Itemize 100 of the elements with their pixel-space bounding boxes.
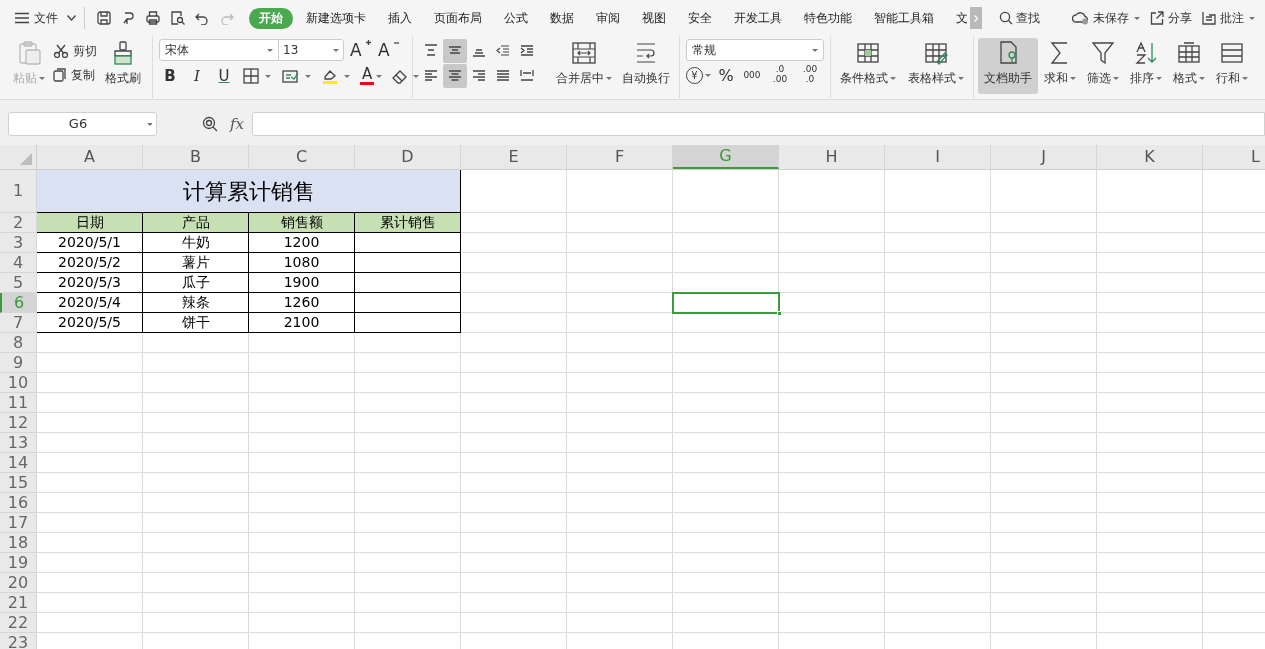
ribbon-button[interactable]: 排序: [1125, 38, 1167, 94]
column-header[interactable]: E: [461, 145, 567, 169]
formula-input[interactable]: [252, 112, 1265, 136]
table-cell: 1080: [249, 253, 355, 273]
row-header[interactable]: 20: [0, 573, 37, 593]
ribbon-tab[interactable]: 页面布局: [425, 7, 492, 29]
row-header[interactable]: 3: [0, 233, 37, 253]
row-header[interactable]: 5: [0, 273, 37, 293]
copy-button[interactable]: 复制: [50, 63, 100, 87]
ribbon-tab[interactable]: 公式: [495, 7, 538, 29]
table-cell: 辣条: [143, 293, 249, 313]
font-family-dropdown[interactable]: 宋体: [159, 39, 279, 61]
ribbon-tab[interactable]: 智能工具箱: [865, 7, 944, 29]
fx-label: fx: [230, 114, 244, 135]
caret-icon: [606, 76, 612, 80]
row-header[interactable]: 23: [0, 633, 37, 649]
font-color-button[interactable]: A: [358, 65, 385, 87]
row-header[interactable]: 8: [0, 333, 37, 353]
alignment-button[interactable]: [443, 39, 467, 63]
toolbar-button[interactable]: 查找: [998, 6, 1040, 30]
column-header[interactable]: A: [37, 145, 143, 169]
table-title: 计算累计销售: [37, 170, 461, 213]
row-header[interactable]: 1: [0, 170, 37, 213]
ribbon-tab[interactable]: 插入: [379, 7, 422, 29]
ribbon-tab[interactable]: 审阅: [587, 7, 630, 29]
ribbon-tab[interactable]: 开发工具: [725, 7, 792, 29]
ribbon-tab[interactable]: 数据: [541, 7, 584, 29]
table-cell: 牛奶: [143, 233, 249, 253]
toolbar-button[interactable]: 未保存: [1071, 6, 1140, 30]
row-header[interactable]: 10: [0, 373, 37, 393]
undo-icon: [195, 11, 210, 25]
table-format-icon: [1176, 40, 1202, 66]
column-header[interactable]: J: [991, 145, 1097, 169]
name-box[interactable]: G6: [8, 112, 157, 136]
caret-icon: [1199, 76, 1205, 80]
file-menu-button[interactable]: 文件: [15, 6, 76, 30]
font-size-dropdown[interactable]: 13: [278, 39, 344, 61]
ribbon-button[interactable]: 表格样式: [903, 38, 969, 94]
row-header[interactable]: 2: [0, 213, 37, 233]
ribbon-button[interactable]: 格式: [1168, 38, 1210, 94]
ribbon-tab[interactable]: 安全: [679, 7, 722, 29]
ribbon-button[interactable]: 筛选: [1082, 38, 1124, 94]
fill-handle[interactable]: [777, 311, 782, 316]
row-header[interactable]: 13: [0, 433, 37, 453]
column-header[interactable]: D: [355, 145, 461, 169]
ribbon-tab[interactable]: 文: [947, 7, 971, 29]
format-painter-button[interactable]: 格式刷: [100, 38, 146, 94]
row-header[interactable]: 11: [0, 393, 37, 413]
ribbon-button[interactable]: 文档助手: [978, 38, 1038, 94]
row-header[interactable]: 16: [0, 493, 37, 513]
column-header[interactable]: H: [779, 145, 885, 169]
row-header[interactable]: 22: [0, 613, 37, 633]
row-header[interactable]: 15: [0, 473, 37, 493]
row-header[interactable]: 14: [0, 453, 37, 473]
ribbon-button[interactable]: 求和: [1039, 38, 1081, 94]
caret-icon: [812, 48, 818, 52]
column-header[interactable]: C: [249, 145, 355, 169]
cut-button[interactable]: 剪切: [50, 39, 100, 63]
active-cell[interactable]: [673, 293, 779, 313]
row-header[interactable]: 21: [0, 593, 37, 613]
row-header[interactable]: 18: [0, 533, 37, 553]
bold-button[interactable]: B: [159, 65, 181, 87]
align-right-icon: [471, 68, 487, 84]
italic-button[interactable]: I: [186, 65, 208, 87]
row-header[interactable]: 19: [0, 553, 37, 573]
row-header[interactable]: 17: [0, 513, 37, 533]
wrap-text-button[interactable]: 自动换行: [617, 38, 675, 94]
increase-indent-icon: [519, 43, 535, 59]
toolbar-button[interactable]: 分享: [1149, 6, 1192, 30]
share-icon: [1149, 11, 1165, 25]
row-header[interactable]: 4: [0, 253, 37, 273]
percent-button[interactable]: %: [715, 64, 737, 86]
thousands-button[interactable]: 000: [741, 64, 763, 86]
redo-icon: [220, 11, 234, 25]
row-header[interactable]: 12: [0, 413, 37, 433]
column-header[interactable]: I: [885, 145, 991, 169]
print-icon: [146, 11, 161, 25]
column-header[interactable]: K: [1097, 145, 1203, 169]
column-header[interactable]: B: [143, 145, 249, 169]
increase-font-button[interactable]: A: [350, 41, 372, 59]
ribbon-tab[interactable]: 新建选项卡: [297, 7, 376, 29]
minus-icon: [394, 41, 399, 44]
ribbon-button[interactable]: 条件格式: [835, 38, 901, 94]
ribbon-tab[interactable]: 视图: [633, 7, 676, 29]
decrease-font-button[interactable]: A: [378, 41, 400, 59]
ribbon-button[interactable]: 行和: [1211, 38, 1253, 94]
number-format-dropdown[interactable]: 常规: [686, 39, 824, 61]
merge-center-button[interactable]: 合并居中: [551, 38, 617, 94]
decrease-decimal-button[interactable]: .00 .0: [797, 64, 823, 86]
ribbon-tab[interactable]: 特色功能: [795, 7, 862, 29]
toolbar-button[interactable]: 批注: [1201, 6, 1255, 30]
alignment-button[interactable]: [443, 64, 467, 88]
zoom-icon: [202, 116, 218, 132]
rows-columns-icon: [1219, 40, 1245, 66]
increase-decimal-button[interactable]: .0 .00: [767, 64, 793, 86]
row-header[interactable]: 9: [0, 353, 37, 373]
underline-button[interactable]: U: [213, 65, 235, 87]
column-header[interactable]: L: [1203, 145, 1265, 169]
table-cell: 饼干: [143, 313, 249, 333]
row-header[interactable]: 7: [0, 313, 37, 333]
